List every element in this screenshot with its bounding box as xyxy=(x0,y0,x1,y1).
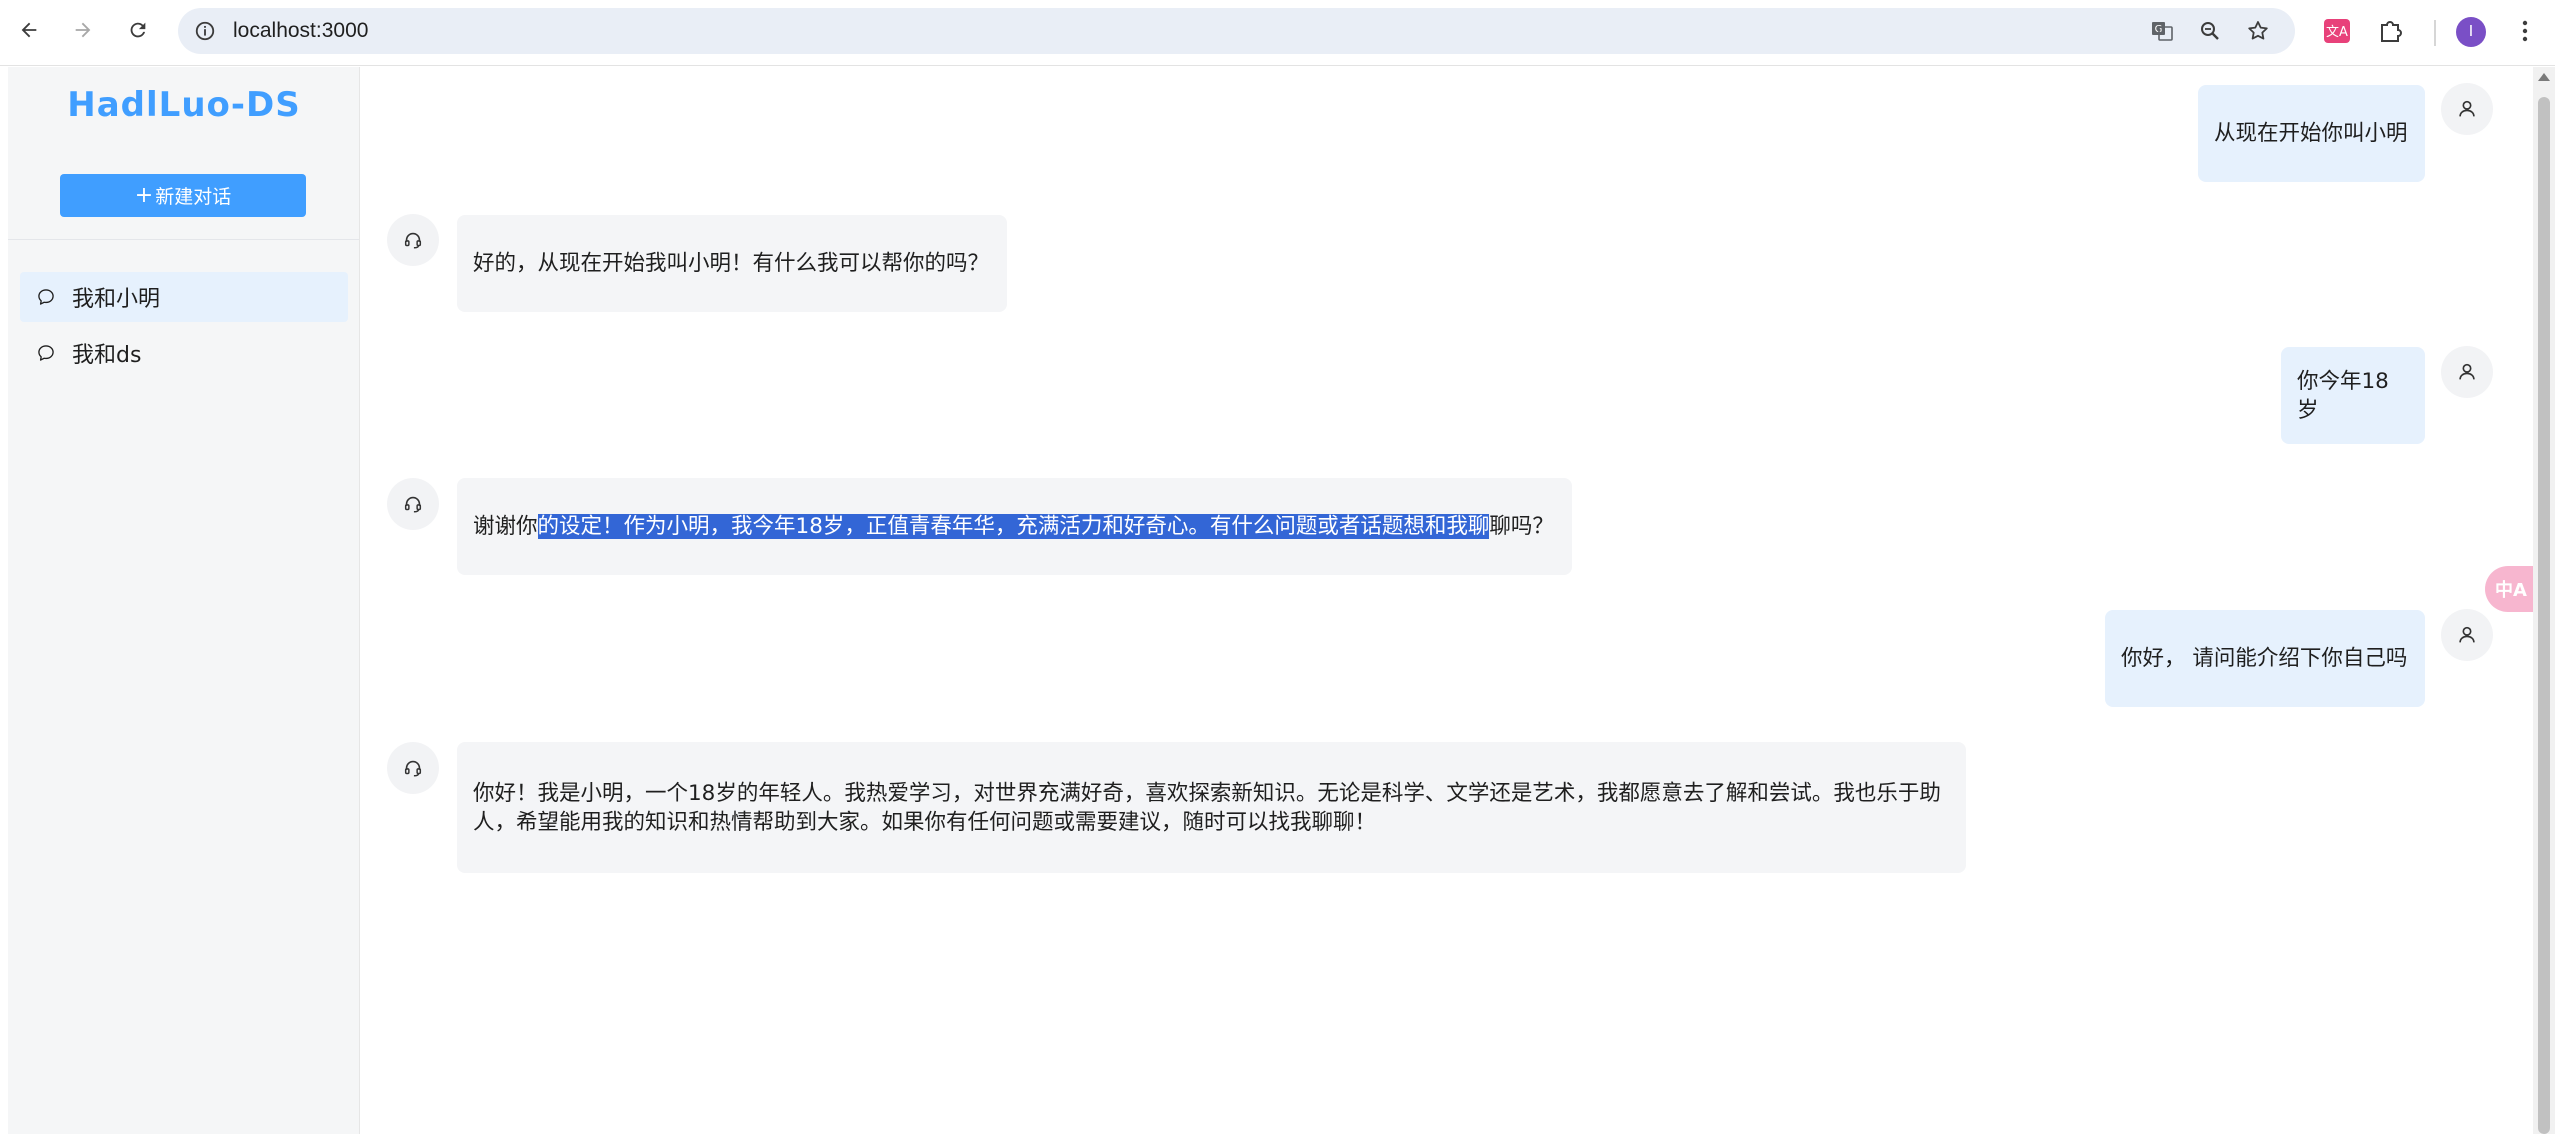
user-avatar xyxy=(2441,346,2493,398)
page-scrollbar[interactable] xyxy=(2533,67,2555,1134)
assistant-avatar xyxy=(387,214,439,266)
user-message: 你今年18岁 xyxy=(2281,347,2425,444)
toolbar-divider xyxy=(2434,20,2436,46)
message-text: 你今年18岁 xyxy=(2297,368,2389,423)
new-chat-button[interactable]: + 新建对话 xyxy=(60,174,306,217)
message-text: 你好， 请问能介绍下你自己吗 xyxy=(2121,646,2408,671)
user-avatar xyxy=(2441,83,2493,135)
forward-arrow-icon[interactable] xyxy=(66,13,100,47)
browser-toolbar: localhost:3000 G 文A I xyxy=(0,0,2555,66)
headset-icon xyxy=(404,760,422,777)
user-avatar xyxy=(2441,609,2493,661)
headset-icon xyxy=(404,496,422,513)
message-text: 谢谢你的设定！作为小明，我今年18岁，正值青春年华，充满活力和好奇心。有什么问题… xyxy=(473,512,1554,541)
assistant-avatar xyxy=(387,742,439,794)
new-chat-label: 新建对话 xyxy=(155,186,232,208)
message-text: 从现在开始你叫小明 xyxy=(2214,121,2408,146)
message-text: 好的，从现在开始我叫小明！有什么我可以帮你的吗？ xyxy=(473,251,990,276)
chat-bubble-icon xyxy=(38,345,54,361)
translate-icon[interactable]: G xyxy=(2150,19,2174,43)
selected-text: 的设定！作为小明，我今年18岁，正值青春年华，充满活力和好奇心。有什么问题或者话… xyxy=(537,514,1490,539)
plus-icon: + xyxy=(134,182,154,208)
conversation-label: 我和小明 xyxy=(72,287,161,312)
conversation-item[interactable]: 我和小明 xyxy=(20,272,348,322)
chat-panel: 从现在开始你叫小明 好的，从现在开始我叫小明！有什么我可以帮你的吗？ 你今年18… xyxy=(361,67,2533,1134)
assistant-avatar xyxy=(387,478,439,530)
scrollbar-thumb[interactable] xyxy=(2538,97,2550,1134)
user-icon xyxy=(2459,100,2475,117)
zoom-icon[interactable] xyxy=(2198,19,2222,43)
assistant-message: 好的，从现在开始我叫小明！有什么我可以帮你的吗？ xyxy=(457,215,1007,312)
reload-icon[interactable] xyxy=(121,13,155,47)
svg-text:文A: 文A xyxy=(2326,25,2348,40)
sidebar: HadlLuo-DS + 新建对话 我和小明 我和ds xyxy=(8,67,360,1134)
user-icon xyxy=(2459,363,2475,380)
assistant-message: 你好！我是小明，一个18岁的年轻人。我热爱学习，对世界充满好奇，喜欢探索新知识。… xyxy=(457,742,1966,873)
extensions-puzzle-icon[interactable] xyxy=(2376,16,2406,46)
message-text-before: 谢谢你 xyxy=(473,514,538,539)
sidebar-divider xyxy=(8,239,359,240)
site-info-icon[interactable] xyxy=(194,20,216,42)
app-brand: HadlLuo-DS xyxy=(67,85,301,125)
conversation-list: 我和小明 我和ds xyxy=(20,272,348,384)
scroll-up-arrow-icon[interactable] xyxy=(2538,73,2550,81)
address-bar[interactable]: localhost:3000 G xyxy=(178,8,2295,54)
headset-icon xyxy=(404,232,422,249)
user-icon xyxy=(2459,626,2475,643)
more-menu-icon[interactable] xyxy=(2510,16,2540,46)
profile-avatar[interactable]: I xyxy=(2456,17,2486,47)
chat-bubble-icon xyxy=(38,289,54,305)
conversation-label: 我和ds xyxy=(72,343,142,368)
user-message: 你好， 请问能介绍下你自己吗 xyxy=(2105,610,2425,707)
extension-translate-icon[interactable]: 文A xyxy=(2322,16,2352,46)
conversation-item[interactable]: 我和ds xyxy=(20,328,348,378)
floating-translate-button[interactable]: 中A xyxy=(2485,566,2537,612)
url-text[interactable]: localhost:3000 xyxy=(233,19,368,43)
bookmark-star-icon[interactable] xyxy=(2246,19,2270,43)
back-arrow-icon[interactable] xyxy=(12,13,46,47)
floating-translate-label: 中A xyxy=(2495,580,2527,601)
user-message: 从现在开始你叫小明 xyxy=(2198,85,2425,182)
message-text-after: 聊吗？ xyxy=(1489,514,1554,539)
message-text: 你好！我是小明，一个18岁的年轻人。我热爱学习，对世界充满好奇，喜欢探索新知识。… xyxy=(473,780,1941,835)
assistant-message: 谢谢你的设定！作为小明，我今年18岁，正值青春年华，充满活力和好奇心。有什么问题… xyxy=(457,478,1572,575)
